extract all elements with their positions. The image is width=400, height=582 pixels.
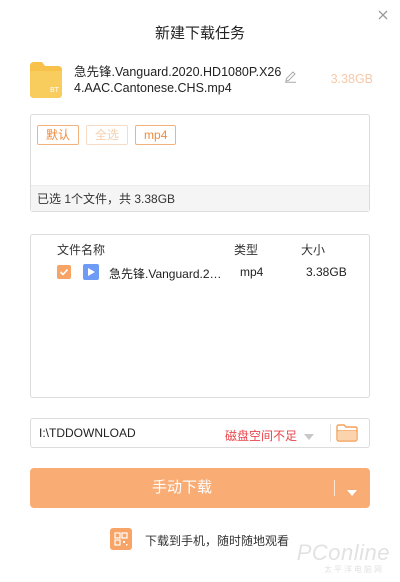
page-title: 新建下载任务 [154, 25, 245, 42]
edit-icon[interactable] [284, 70, 297, 83]
chevron-down-icon[interactable] [346, 484, 358, 496]
file-filter-panel: 默认 全选 mp4 已选 1个文件，共 3.38GB [30, 114, 370, 212]
file-row-size: 3.38GB [306, 265, 347, 279]
filter-chip-select-all[interactable]: 全选 [86, 125, 129, 145]
close-icon[interactable] [376, 8, 390, 22]
save-path-value[interactable]: I:\TDDOWNLOAD [39, 426, 136, 440]
file-list: 文件名称 类型 大小 急先锋.Vanguard.2020.HD1080P.X26… [30, 234, 370, 398]
download-to-phone-text[interactable]: 下载到手机，随时随地观看 [145, 532, 289, 549]
divider [330, 424, 331, 442]
video-file-icon [83, 264, 99, 280]
disk-space-warning: 磁盘空间不足 [225, 429, 298, 443]
folder-icon[interactable] [336, 424, 358, 442]
file-total-size: 3.38GB [330, 72, 373, 86]
download-button-label: 手动下载 [151, 479, 212, 496]
chevron-down-icon[interactable] [303, 429, 315, 440]
save-path-field[interactable]: I:\TDDOWNLOAD 磁盘空间不足 [30, 418, 370, 448]
file-row-type: mp4 [240, 265, 264, 279]
column-header-size: 大小 [301, 243, 326, 257]
filter-chip-mp4[interactable]: mp4 [135, 125, 177, 145]
manual-download-button[interactable]: 手动下载 [30, 468, 370, 508]
divider [334, 480, 335, 496]
file-header: BT 急先锋.Vanguard.2020.HD1080P.X264.AAC.Ca… [30, 62, 375, 102]
watermark-brand: PConline [296, 540, 390, 565]
file-name: 急先锋.Vanguard.2020.HD1080P.X264.AAC.Canto… [74, 65, 282, 95]
bt-icon-label: BT [50, 87, 60, 94]
table-row[interactable]: 急先锋.Vanguard.2020.HD1080P.X264.AAC.Canto… [31, 263, 369, 283]
watermark-sub: 太平洋电脑网 [324, 565, 384, 574]
filter-chip-default[interactable]: 默认 [37, 125, 80, 145]
column-header-name: 文件名称 [57, 243, 106, 257]
watermark: PConline 太平洋电脑网 [280, 540, 390, 576]
bt-file-icon: BT [30, 62, 62, 98]
file-checkbox[interactable] [57, 265, 71, 279]
file-row-name: 急先锋.Vanguard.2020.HD1080P.X264.AAC.Canto… [109, 267, 227, 281]
selection-summary: 已选 1个文件，共 3.38GB [31, 185, 369, 211]
qr-code-icon [110, 528, 132, 550]
column-header-type: 类型 [234, 243, 259, 257]
